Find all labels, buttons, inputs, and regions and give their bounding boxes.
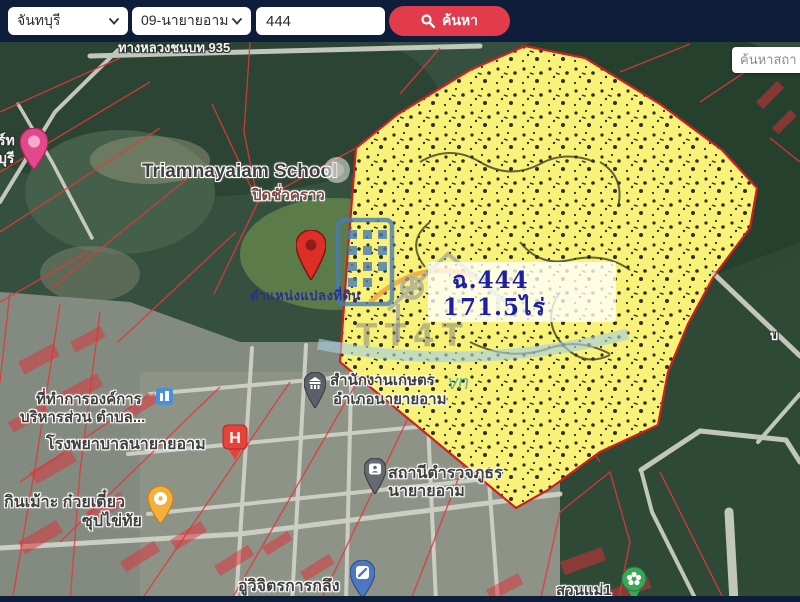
agri-office-pin-icon (304, 372, 326, 408)
school-poi-icon[interactable] (323, 156, 351, 184)
search-icon (421, 14, 435, 28)
satellite-map[interactable]: TT4T vn ฉ.444 171.5ไร่ ตำแหน่งแปลงที่ดิน… (0, 42, 800, 602)
poi-hospital-label[interactable]: โรงพยาบาลนายายอาม (46, 432, 206, 457)
shop-pin[interactable] (20, 128, 48, 170)
hospital-pin[interactable]: H (222, 424, 248, 460)
poi-noodle-label-line2: ซุปไข่ทัย (82, 509, 142, 534)
chevron-down-icon (109, 18, 119, 25)
sao-building-icon[interactable] (156, 388, 173, 405)
shop-label-line2: บุรี (0, 148, 14, 170)
poi-agri-label-line2: อำเภอนายายอาม (333, 387, 446, 411)
noodle-pin[interactable] (148, 486, 173, 524)
district-select[interactable]: 09-นายายอาม (132, 7, 251, 35)
parcel-pin[interactable] (296, 230, 326, 280)
noodle-pin-icon (148, 486, 173, 524)
parcel-number-input[interactable] (256, 7, 385, 35)
toolbar: จันทบุรี 09-นายายอาม ค้นหา (0, 0, 800, 42)
hospital-pin-icon: H (222, 424, 248, 460)
poi-school-label[interactable]: Triamnayaiam School (142, 161, 337, 183)
poi-sao-label-line2: บริหารส่วน ตำบล... (20, 405, 145, 429)
garage-pin-icon (350, 560, 375, 598)
police-pin-icon (364, 458, 386, 494)
village-label: บ (770, 325, 778, 346)
province-select-value: จันทบุรี (17, 10, 60, 32)
search-button-label: ค้นหา (442, 10, 478, 32)
svg-text:H: H (229, 430, 241, 447)
poi-police-label-line2: นายายอาม (388, 479, 465, 504)
poi-school-status: ปิดชั่วคราว (252, 183, 325, 207)
land-parcel-app: จันทบุรี 09-นายายอาม ค้นหา (0, 0, 800, 602)
agri-office-pin[interactable] (304, 372, 326, 408)
district-select-value: 09-นายายอาม (141, 10, 228, 32)
shop-pin-icon (20, 128, 48, 170)
parcel-area-text: 171.5ไร่ (443, 290, 546, 326)
province-select[interactable]: จันทบุรี (8, 7, 128, 35)
search-button[interactable]: ค้นหา (389, 6, 510, 36)
road-label: ทางหลวงชนบท 935 (118, 42, 230, 58)
garage-pin[interactable] (350, 560, 375, 598)
parcel-pin-icon (296, 230, 326, 280)
parcel-pin-caption: ตำแหน่งแปลงที่ดิน (250, 285, 361, 306)
place-search-input[interactable]: ค้นหาสถา (732, 47, 800, 73)
chevron-down-icon (232, 18, 242, 25)
bottom-bar (0, 596, 800, 602)
parcel-info-box: ฉ.444 171.5ไร่ (428, 262, 616, 322)
police-pin[interactable] (364, 458, 386, 494)
